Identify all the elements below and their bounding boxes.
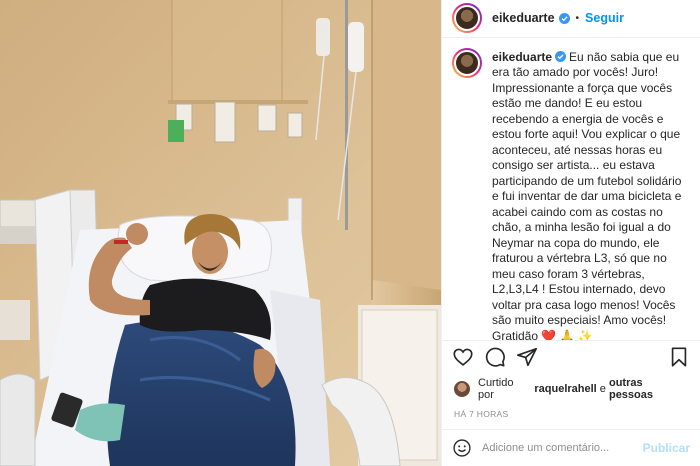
verified-badge-icon xyxy=(558,12,570,24)
author-avatar[interactable] xyxy=(452,3,482,34)
caption-username[interactable]: eikeduarte xyxy=(492,50,552,64)
liker-avatar[interactable] xyxy=(454,380,470,397)
likes-summary: Curtido por raquelrahell e outras pessoa… xyxy=(442,373,700,401)
publish-button[interactable]: Publicar xyxy=(643,441,690,455)
post-side-panel: eikeduarte • Seguir eikeduarte Eu não sab… xyxy=(441,0,700,466)
post-photo[interactable] xyxy=(0,0,441,466)
post-header: eikeduarte • Seguir xyxy=(442,0,700,38)
instagram-post: eikeduarte • Seguir eikeduarte Eu não sab… xyxy=(0,0,700,466)
bookmark-icon[interactable] xyxy=(668,346,690,368)
share-icon[interactable] xyxy=(516,346,538,368)
caption: eikeduarte Eu não sabia que eu era tão am… xyxy=(452,47,688,340)
heart-icon[interactable] xyxy=(452,346,474,368)
action-bar xyxy=(442,339,700,373)
likes-others-link[interactable]: outras pessoas xyxy=(609,377,688,401)
post-timestamp[interactable]: HÁ 7 HORAS xyxy=(442,401,700,429)
comment-input[interactable] xyxy=(482,441,643,454)
likes-prefix: Curtido por xyxy=(478,376,514,401)
comment-icon[interactable] xyxy=(484,346,506,368)
caption-verified-badge-icon xyxy=(555,50,567,62)
author-username[interactable]: eikeduarte xyxy=(492,11,555,25)
hospital-photo-image xyxy=(0,0,441,466)
caption-section: eikeduarte Eu não sabia que eu era tão am… xyxy=(442,38,700,340)
likes-suffix: e xyxy=(599,382,606,395)
caption-author-avatar[interactable] xyxy=(452,47,482,78)
caption-body: Eu não sabia que eu era tão amado por vo… xyxy=(492,49,682,340)
caption-text-block: eikeduarte Eu não sabia que eu era tão am… xyxy=(492,50,688,340)
follow-button[interactable]: Seguir xyxy=(585,11,624,25)
smiley-icon[interactable] xyxy=(452,438,472,458)
comment-bar: Publicar xyxy=(442,428,700,466)
liker-username[interactable]: raquelrahell xyxy=(534,383,596,395)
header-separator: • xyxy=(575,12,580,24)
